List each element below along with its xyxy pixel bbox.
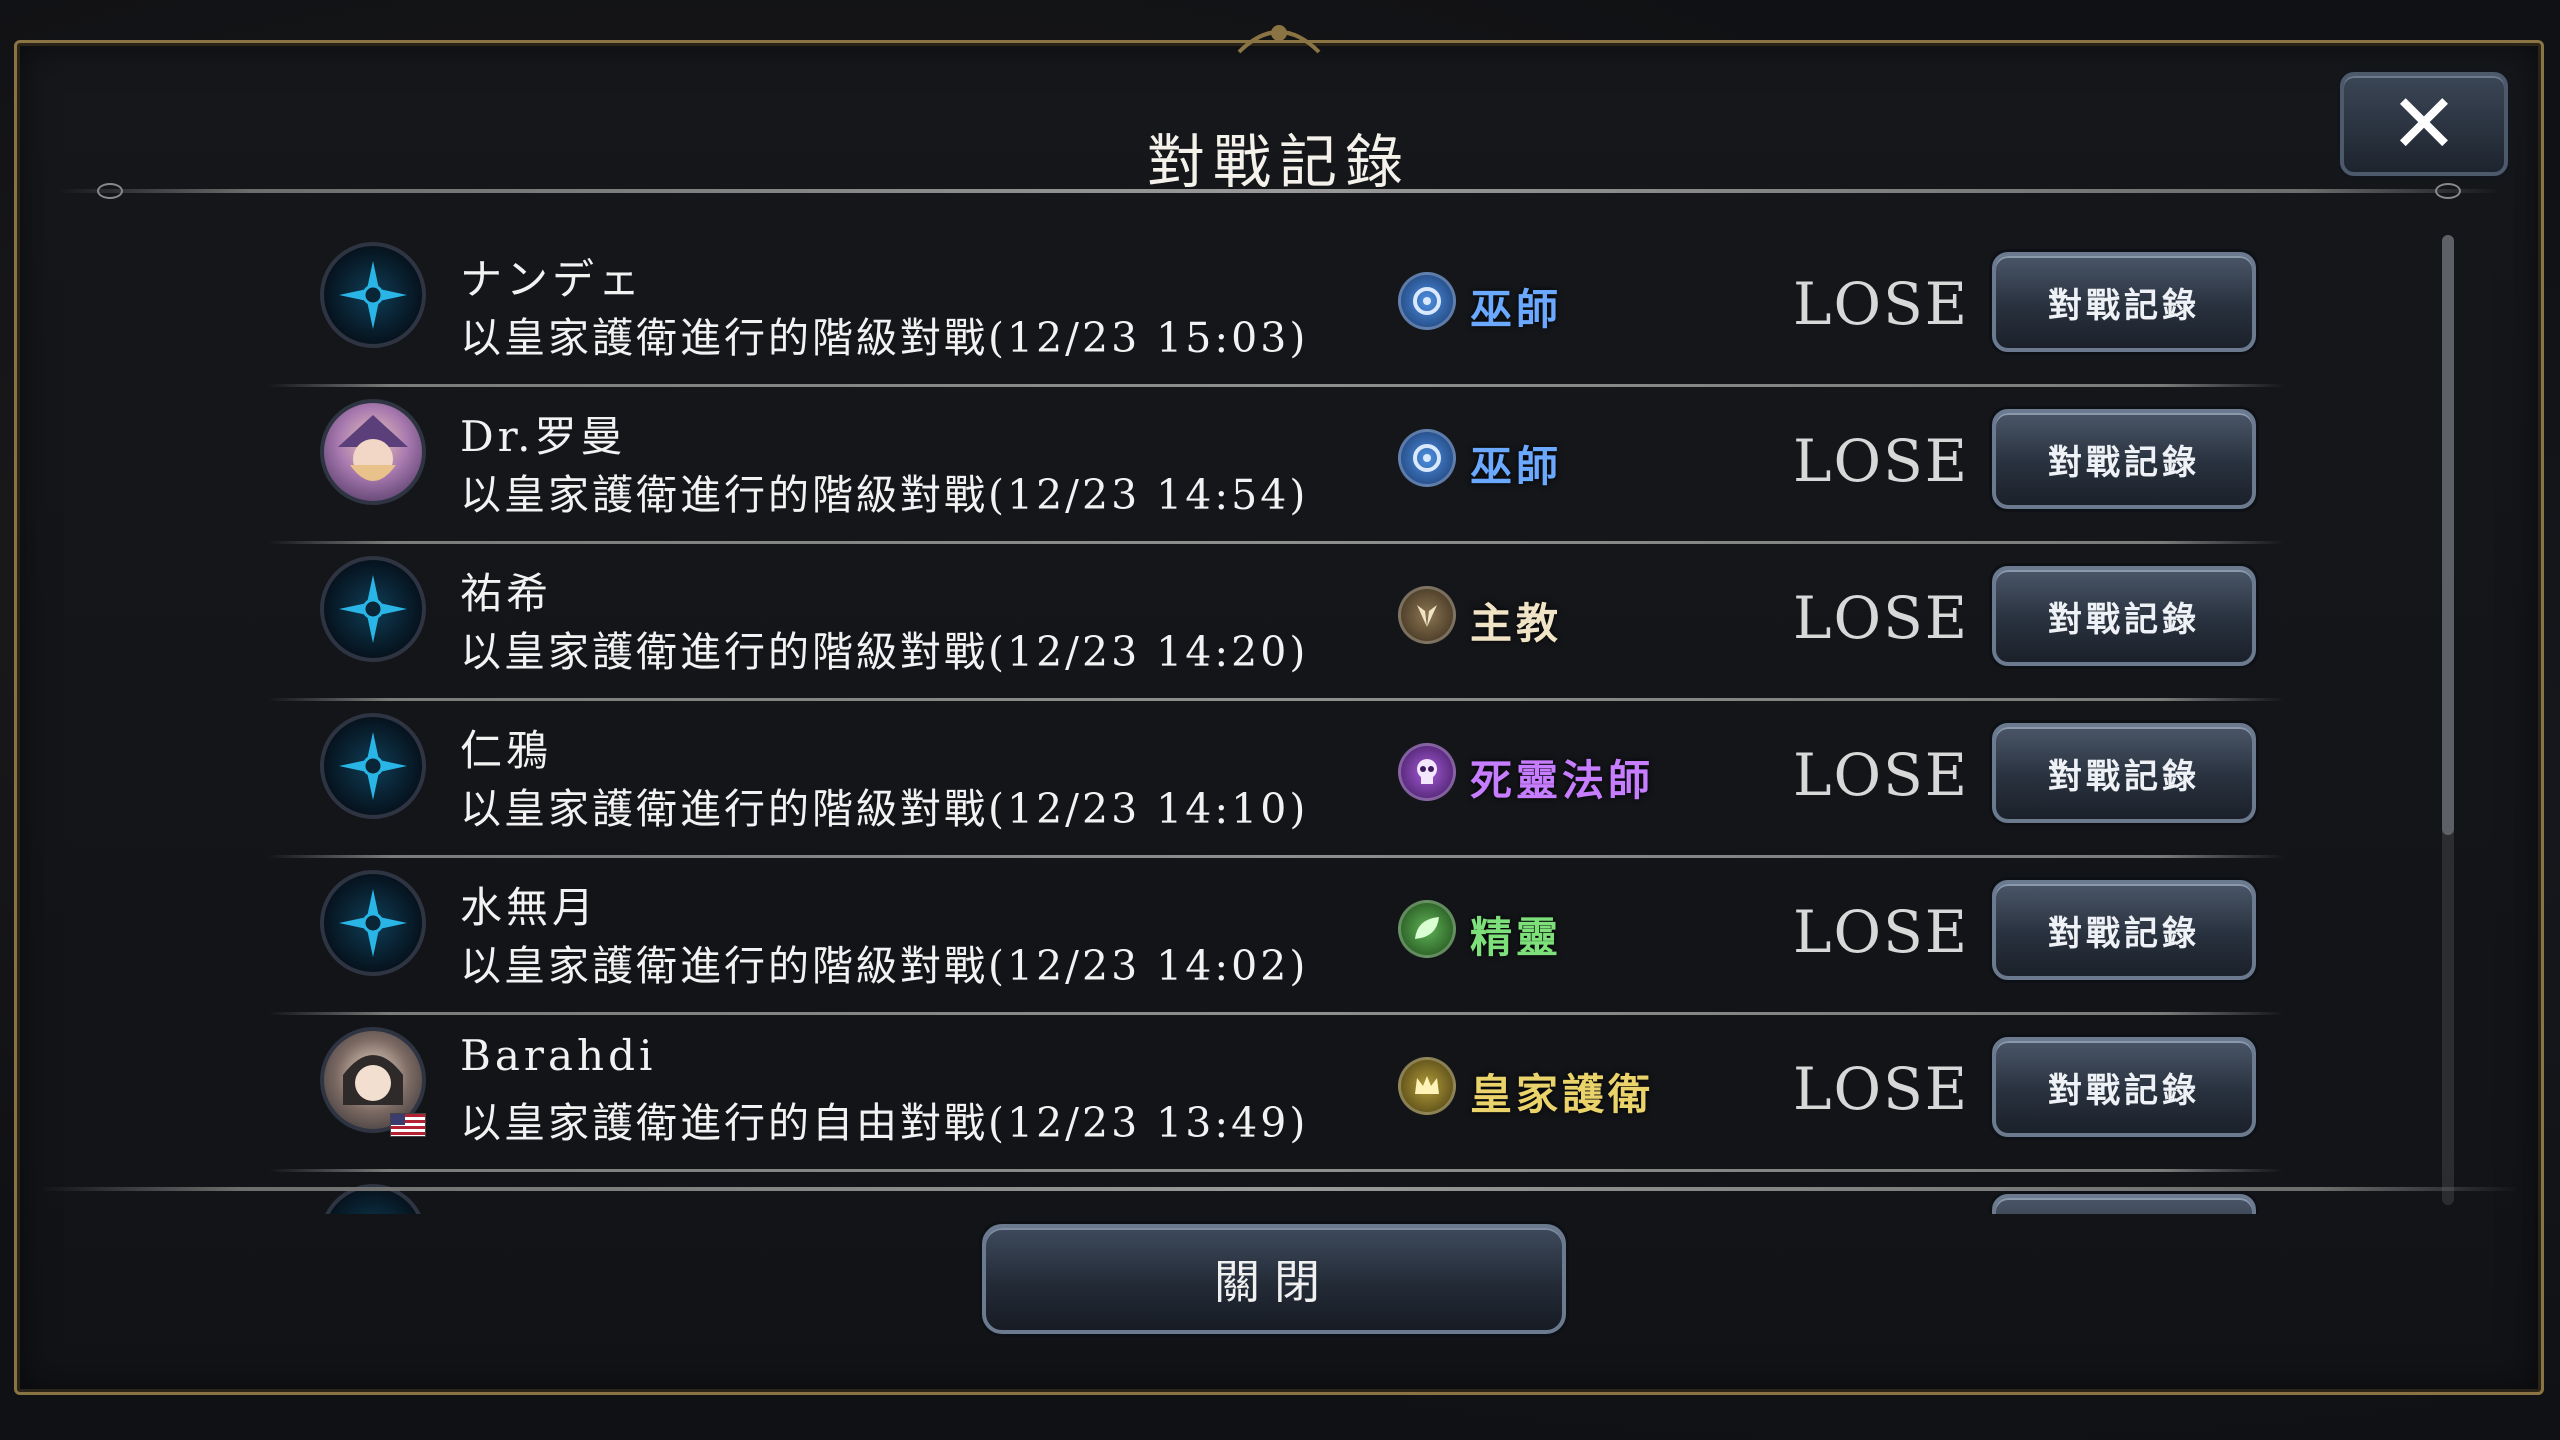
match-result: LOSE: [1793, 741, 1970, 809]
skull-icon: [1398, 743, 1456, 801]
crest-ornament-icon: [1234, 17, 1324, 57]
class-label: 主教: [1470, 599, 1563, 648]
match-detail: 以皇家護衛進行的階級對戰(12/23 14:10): [460, 785, 1309, 833]
match-detail: 以皇家護衛進行的階級對戰(12/23 14:02): [460, 942, 1309, 990]
list-item: Barahdi 以皇家護衛進行的自由對戰(12/23 13:49) 皇家護衛 L…: [260, 1017, 2300, 1174]
scrollbar[interactable]: [2442, 235, 2454, 1205]
bottom-divider: [40, 1187, 2520, 1191]
emblem-avatar: [320, 242, 426, 348]
match-result: LOSE: [1793, 898, 1970, 966]
emblem-avatar: [320, 713, 426, 819]
list-item-partial: [260, 1174, 2300, 1214]
list-item: ナンデェ 以皇家護衛進行的階級對戰(12/23 15:03) 巫師 LOSE 對…: [260, 232, 2300, 389]
class-label: 死靈法師: [1470, 756, 1655, 805]
close-button[interactable]: ✕: [2340, 72, 2508, 176]
view-record-button[interactable]: 對戰記錄: [1992, 409, 2256, 509]
list-item: Dr.罗曼 以皇家護衛進行的階級對戰(12/23 14:54) 巫師 LOSE …: [260, 389, 2300, 546]
list-item: 仁鴉 以皇家護衛進行的階級對戰(12/23 14:10) 死靈法師 LOSE 對…: [260, 703, 2300, 860]
crown-icon: [1398, 1057, 1456, 1115]
view-record-button[interactable]: 對戰記錄: [1992, 723, 2256, 823]
match-detail: 以皇家護衛進行的自由對戰(12/23 13:49): [460, 1099, 1309, 1147]
match-result: LOSE: [1793, 270, 1970, 338]
leaf-icon: [1398, 900, 1456, 958]
class-label: 皇家護衛: [1470, 1070, 1655, 1119]
view-record-button[interactable]: 對戰記錄: [1992, 880, 2256, 980]
row-divider: [268, 1012, 2284, 1015]
match-result: LOSE: [1793, 584, 1970, 652]
row-divider: [268, 541, 2284, 544]
match-detail: 以皇家護衛進行的階級對戰(12/23 15:03): [460, 314, 1309, 362]
match-result: LOSE: [1793, 1055, 1970, 1123]
rune-icon: [1398, 429, 1456, 487]
row-divider: [268, 698, 2284, 701]
scrollbar-thumb[interactable]: [2442, 235, 2454, 835]
opponent-name: 仁鴉: [460, 726, 553, 775]
class-label: 巫師: [1470, 442, 1563, 491]
opponent-name: 祐希: [460, 569, 553, 618]
us-flag-icon: [390, 1113, 426, 1137]
match-result: LOSE: [1793, 427, 1970, 495]
list-item: 祐希 以皇家護衛進行的階級對戰(12/23 14:20) 主教 LOSE 對戰記…: [260, 546, 2300, 703]
match-detail: 以皇家護衛進行的階級對戰(12/23 14:54): [460, 471, 1309, 519]
row-divider: [268, 855, 2284, 858]
view-record-button-partial[interactable]: [1992, 1194, 2256, 1214]
battle-record-list[interactable]: ナンデェ 以皇家護衛進行的階級對戰(12/23 15:03) 巫師 LOSE 對…: [260, 232, 2300, 1214]
title-divider: [57, 183, 2501, 199]
wing-icon: [1398, 586, 1456, 644]
view-record-button[interactable]: 對戰記錄: [1992, 1037, 2256, 1137]
row-divider: [268, 384, 2284, 387]
class-label: 巫師: [1470, 285, 1563, 334]
opponent-name: Barahdi: [460, 1031, 657, 1080]
portrait-avatar: [320, 399, 426, 505]
opponent-name: 水無月: [460, 883, 599, 932]
modal-title: 對戰記錄: [1146, 128, 1411, 196]
opponent-name: ナンデェ: [460, 255, 645, 304]
view-record-button[interactable]: 對戰記錄: [1992, 566, 2256, 666]
row-divider: [268, 1169, 2284, 1172]
emblem-avatar: [320, 870, 426, 976]
close-icon: ✕: [2389, 76, 2459, 172]
opponent-name: Dr.罗曼: [460, 412, 627, 461]
rune-icon: [1398, 272, 1456, 330]
view-record-button[interactable]: 對戰記錄: [1992, 252, 2256, 352]
close-modal-button[interactable]: 關閉: [982, 1224, 1566, 1334]
class-label: 精靈: [1470, 913, 1563, 962]
match-detail: 以皇家護衛進行的階級對戰(12/23 14:20): [460, 628, 1309, 676]
emblem-avatar: [320, 556, 426, 662]
list-item: 水無月 以皇家護衛進行的階級對戰(12/23 14:02) 精靈 LOSE 對戰…: [260, 860, 2300, 1017]
